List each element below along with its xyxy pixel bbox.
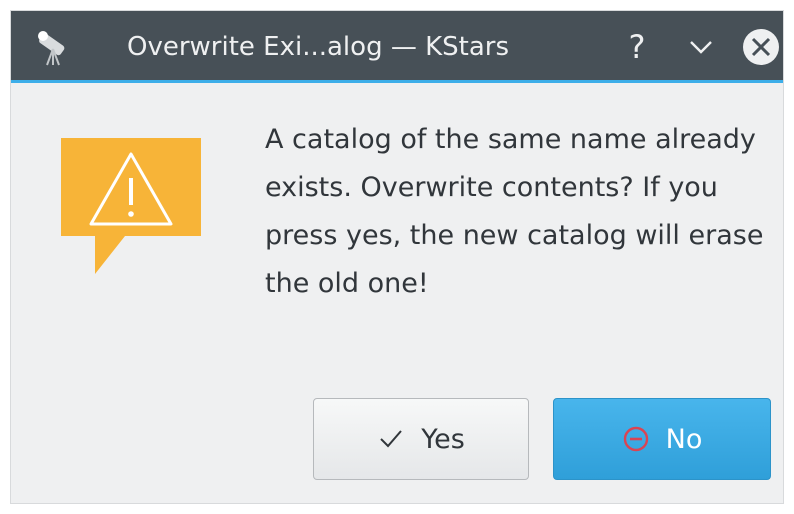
title-bar[interactable]: Overwrite Exi...alog — KStars ? xyxy=(11,11,783,83)
close-icon xyxy=(743,29,779,65)
checkmark-icon xyxy=(380,430,402,448)
yes-button-label: Yes xyxy=(421,423,465,455)
help-button[interactable]: ? xyxy=(615,25,659,69)
dialog-window: Overwrite Exi...alog — KStars ? A catalo… xyxy=(10,10,784,504)
dialog-content: A catalog of the same name already exist… xyxy=(11,86,783,503)
no-entry-icon xyxy=(623,426,648,452)
warning-icon xyxy=(61,138,201,274)
chevron-down-icon xyxy=(690,41,712,54)
minimize-button[interactable] xyxy=(679,25,723,69)
close-button[interactable] xyxy=(739,25,783,69)
telescope-icon[interactable] xyxy=(33,27,73,67)
yes-button[interactable]: Yes xyxy=(313,398,529,480)
no-button[interactable]: No xyxy=(553,398,771,480)
help-label: ? xyxy=(628,28,646,66)
window-title: Overwrite Exi...alog — KStars xyxy=(127,32,510,62)
dialog-message: A catalog of the same name already exist… xyxy=(265,124,764,299)
no-button-label: No xyxy=(665,423,703,455)
